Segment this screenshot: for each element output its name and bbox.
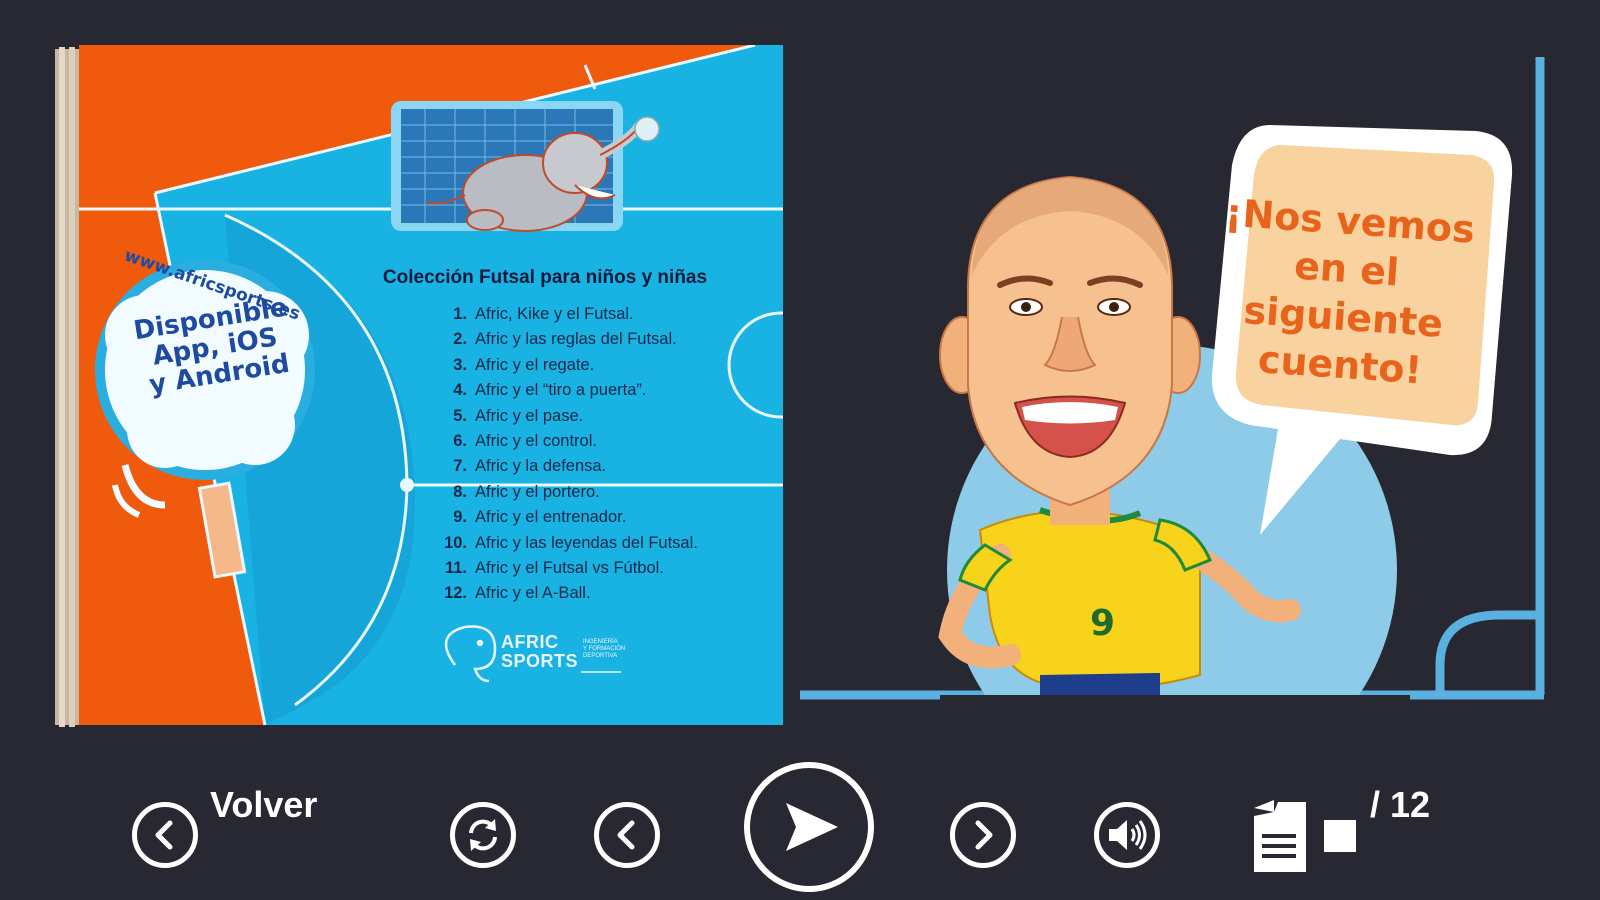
story-title: Afric y el Futsal vs Fútbol. [475, 558, 664, 577]
story-number: 1. [453, 305, 467, 323]
storybook-page: www.africsports.es Disponible App, iOS y… [55, 45, 783, 737]
story-number: 6. [453, 431, 467, 450]
replay-icon [469, 819, 497, 851]
brand-tagline-line: Y FORMACIÓN [583, 646, 626, 652]
list-item: 4. Afric y el “tiro a puerta”. [435, 381, 698, 406]
list-item: 12. Afric y el A-Ball. [435, 584, 698, 609]
brand-name: AFRIC SPORTS [501, 633, 578, 671]
brand-tagline-line: DEPORTIVA [583, 653, 618, 659]
previous-page-button[interactable] [594, 802, 660, 868]
story-list: 1. Afric, Kike y el Futsal. 2. Afric y las… [435, 305, 698, 610]
volume-button[interactable] [1094, 802, 1160, 868]
story-title: Afric y el “tiro a puerta”. [475, 381, 647, 400]
list-item: 3. Afric y el regate. [435, 356, 698, 381]
chevron-left-icon [155, 820, 173, 850]
story-number: 10. [444, 533, 467, 552]
story-number: 8. [453, 482, 467, 501]
story-title: Afric y el pase. [475, 406, 584, 425]
story-title: Afric, Kike y el Futsal. [475, 305, 634, 323]
list-item: 10. Afric y las leyendas del Futsal. [435, 534, 698, 559]
story-title: Afric y el portero. [475, 482, 600, 501]
story-title: Afric y las reglas del Futsal. [475, 330, 677, 349]
story-title: Afric y el control. [475, 431, 597, 450]
availability-badge-text: Disponible App, iOS y Android [90, 287, 340, 408]
brand-name-line: AFRIC [501, 632, 559, 652]
story-number: 12. [444, 584, 467, 603]
story-number: 11. [444, 558, 467, 577]
story-number: 4. [453, 381, 467, 400]
volume-icon [1109, 820, 1147, 850]
play-button[interactable] [744, 762, 874, 892]
list-item: 9. Afric y el entrenador. [435, 508, 698, 533]
list-item: 7. Afric y la defensa. [435, 457, 698, 482]
page-total: / 12 [1370, 784, 1431, 825]
list-item: 2. Afric y las reglas del Futsal. [435, 330, 698, 355]
back-button[interactable] [132, 802, 198, 868]
pages-icon [1254, 800, 1306, 872]
collection-title: Colección Futsal para niños y niñas [382, 267, 708, 288]
replay-button[interactable] [450, 802, 516, 868]
list-item: 11. Afric y el Futsal vs Fútbol. [435, 559, 698, 584]
story-number: 2. [453, 330, 467, 349]
jersey-number: 9 [1090, 603, 1115, 644]
current-page-indicator [1324, 820, 1356, 852]
list-item: 5. Afric y el pase. [435, 407, 698, 432]
story-scene-panel: 9 ¡Nos vemos en el siguiente cuento! [800, 55, 1550, 705]
chevron-left-icon [617, 820, 635, 850]
brand-name-line: SPORTS [501, 651, 579, 671]
list-item: 6. Afric y el control. [435, 432, 698, 457]
story-title: Afric y el regate. [475, 355, 595, 374]
list-item: 1. Afric, Kike y el Futsal. [435, 305, 698, 330]
brand-tagline: INGENIERÍA Y FORMACIÓN DEPORTIVA [583, 639, 643, 660]
speech-bubble-text: ¡Nos vemos en el siguiente cuento! [1214, 189, 1477, 398]
story-title: Afric y la defensa. [475, 457, 607, 476]
story-number: 5. [453, 406, 467, 425]
chevron-right-icon [975, 820, 993, 850]
story-title: Afric y el entrenador. [475, 508, 627, 527]
brand-tagline-line: INGENIERÍA [583, 639, 618, 645]
list-item: 8. Afric y el portero. [435, 483, 698, 508]
play-icon [786, 803, 838, 851]
story-title: Afric y las leyendas del Futsal. [475, 533, 698, 552]
story-number: 9. [453, 508, 467, 527]
next-page-button[interactable] [950, 802, 1016, 868]
pages-button[interactable] [1250, 798, 1310, 874]
africsports-logo: AFRIC SPORTS INGENIERÍA Y FORMACIÓN DEPO… [433, 625, 693, 685]
story-number: 3. [453, 355, 467, 374]
story-number: 7. [453, 457, 467, 476]
back-label[interactable]: Volver [210, 784, 317, 826]
story-title: Afric y el A-Ball. [475, 584, 591, 603]
